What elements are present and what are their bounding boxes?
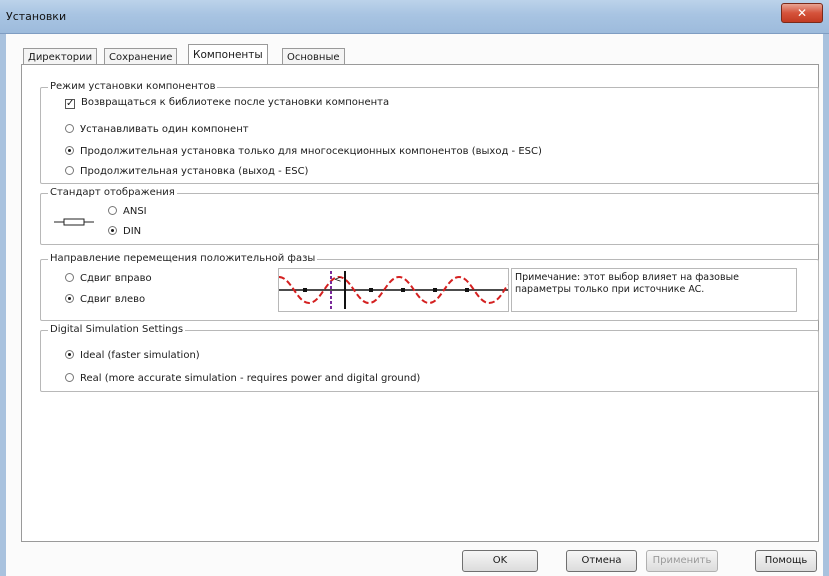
radio-label: Устанавливать один компонент (80, 124, 249, 135)
radio-label: Продолжительная установка (выход - ESC) (80, 166, 309, 177)
radio-label: Ideal (faster simulation) (80, 350, 200, 361)
radio-off-icon (65, 373, 74, 382)
button-label: Применить (652, 555, 712, 566)
return-to-library-checkbox[interactable]: ✓ Возвращаться к библиотеке после установ… (65, 97, 389, 109)
radio-on-icon (65, 294, 74, 303)
radio-off-icon (65, 166, 74, 175)
resistor-icon (54, 218, 94, 226)
note-text: Примечание: этот выбор влияет на фазовые… (515, 272, 739, 295)
checkbox-label: Возвращаться к библиотеке после установк… (81, 97, 390, 108)
title-bar: Установки ✕ (0, 0, 829, 34)
group-legend: Digital Simulation Settings (48, 324, 186, 335)
radio-off-icon (65, 124, 74, 133)
radio-off-icon (108, 206, 117, 215)
close-button[interactable]: ✕ (781, 3, 823, 23)
radio-ideal[interactable]: Ideal (faster simulation) (65, 350, 200, 362)
radio-real[interactable]: Real (more accurate simulation - require… (65, 373, 420, 385)
group-legend: Направление перемещения положительной фа… (48, 253, 318, 264)
radio-on-icon (65, 350, 74, 359)
radio-label: ANSI (123, 206, 147, 217)
cancel-button[interactable]: Отмена (566, 550, 637, 572)
checkbox-checked-icon: ✓ (65, 98, 75, 109)
radio-label: Сдвиг влево (80, 294, 146, 305)
ok-button[interactable]: OK (462, 550, 538, 572)
window-title: Установки (6, 10, 67, 23)
sine-wave-icon: < (278, 271, 509, 309)
radio-label: DIN (123, 226, 142, 237)
group-legend: Стандарт отображения (48, 187, 177, 198)
radio-on-icon (65, 146, 74, 155)
radio-install-continuous[interactable]: Продолжительная установка (выход - ESC) (65, 166, 308, 178)
radio-install-single[interactable]: Устанавливать один компонент (65, 124, 249, 136)
radio-label: Продолжительная установка только для мно… (80, 146, 542, 157)
radio-din[interactable]: DIN (108, 226, 141, 238)
radio-off-icon (65, 273, 74, 282)
wave-direction-marker: < (334, 275, 342, 285)
tab-label: Основные (287, 52, 340, 63)
close-icon: ✕ (796, 6, 808, 20)
radio-ansi[interactable]: ANSI (108, 206, 147, 218)
tab-label: Сохранение (109, 52, 173, 63)
button-label: OK (492, 555, 508, 566)
group-legend: Режим установки компонентов (48, 81, 218, 92)
radio-on-icon (108, 226, 117, 235)
apply-button[interactable]: Применить (646, 550, 718, 572)
phase-note: Примечание: этот выбор влияет на фазовые… (511, 268, 797, 312)
help-button[interactable]: Помощь (755, 550, 817, 572)
radio-shift-left[interactable]: Сдвиг влево (65, 294, 145, 306)
tab-label: Компоненты (193, 49, 263, 61)
tab-components[interactable]: Компоненты (188, 44, 268, 65)
button-label: Отмена (581, 555, 622, 566)
radio-label: Сдвиг вправо (80, 273, 152, 284)
tab-label: Директории (28, 52, 93, 63)
phase-wave-preview: < (278, 268, 509, 312)
radio-label: Real (more accurate simulation - require… (80, 373, 421, 384)
radio-install-multisection[interactable]: Продолжительная установка только для мно… (65, 146, 542, 158)
radio-shift-right[interactable]: Сдвиг вправо (65, 273, 152, 285)
group-display-standard: Стандарт отображения (40, 187, 819, 245)
button-label: Помощь (764, 555, 808, 566)
